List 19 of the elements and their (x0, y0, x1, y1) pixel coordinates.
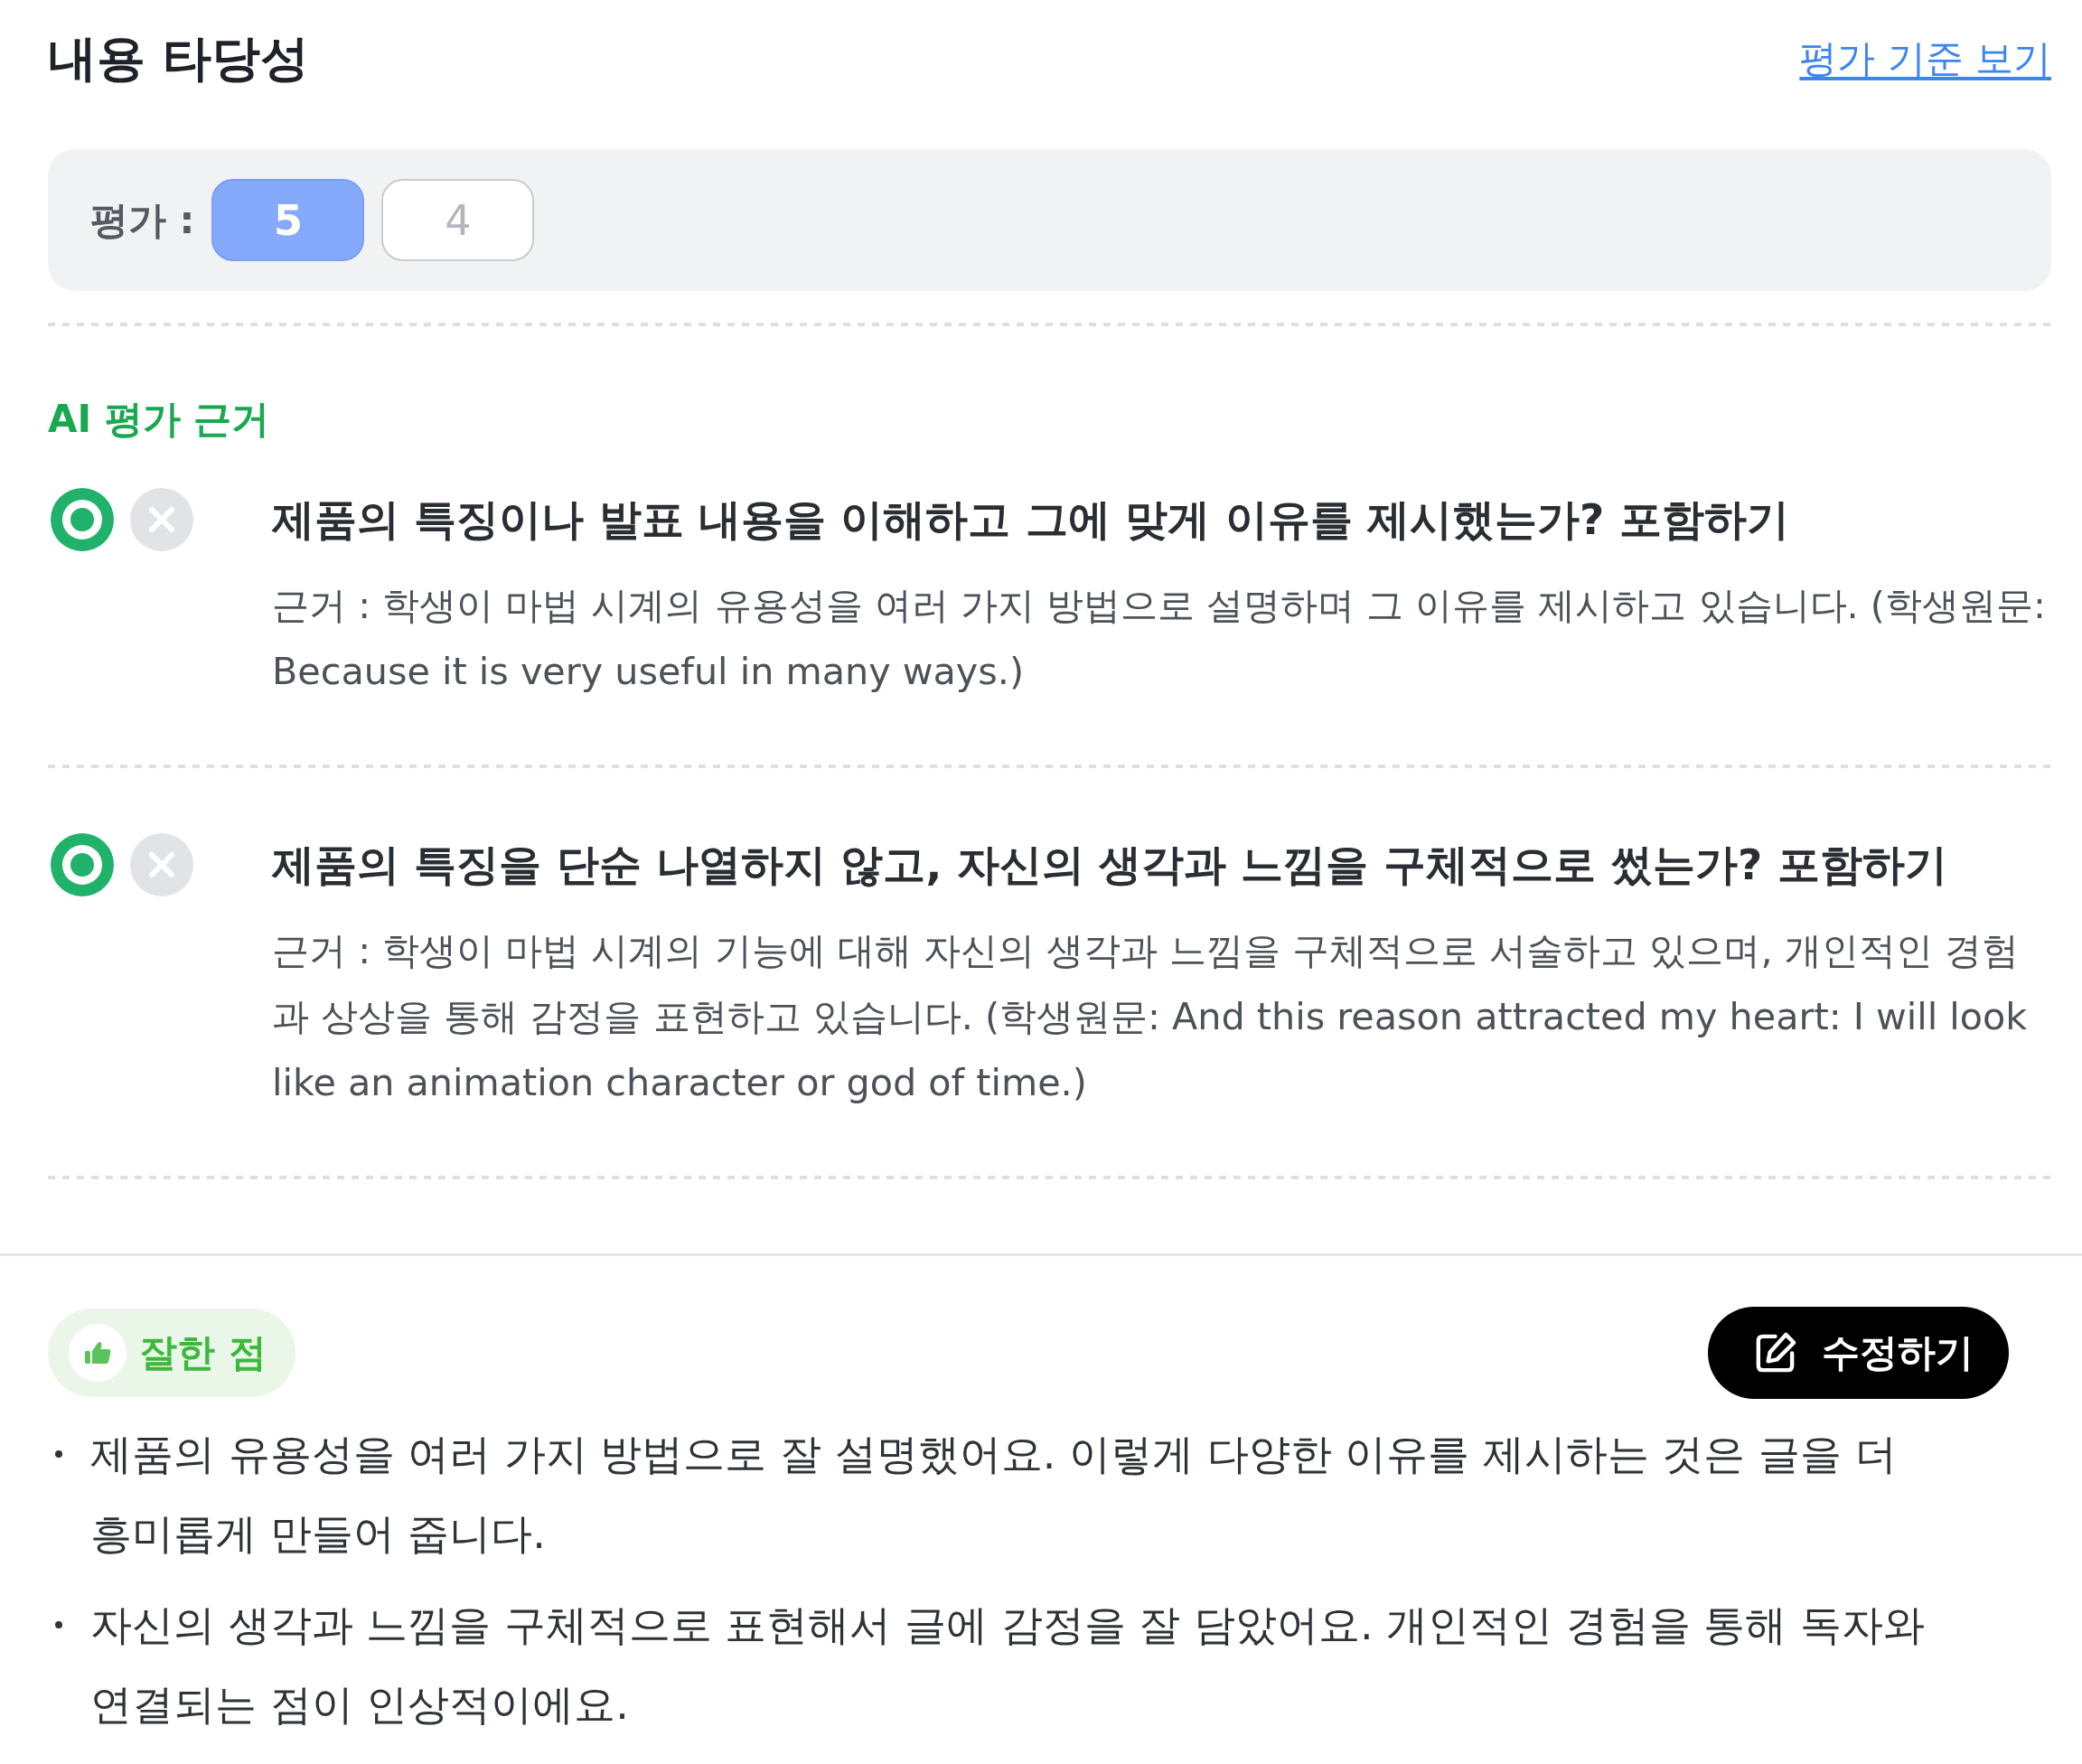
bullet-icon (55, 1621, 62, 1628)
score-option[interactable]: 4 (381, 179, 535, 261)
section-title: 내용 타당성 (48, 29, 309, 89)
criterion-title: 제품의 특징이나 발표 내용을 이해하고 그에 맞게 이유를 제시했는가? 포함하기 (272, 493, 1790, 546)
bullet-icon (55, 1450, 62, 1458)
criterion-rationale: 근거 : 학생이 마법 시계의 유용성을 여러 가지 방법으로 설명하며 그 이유를 제시하고 있습니다. (학생원문: Because it is very useful in many ways.) (272, 583, 2047, 695)
section-label: 잘한 점 (139, 1329, 267, 1376)
ring-icon[interactable] (51, 488, 114, 551)
rationale-heading: AI 평가 근거 (48, 396, 271, 443)
rating-label: 평가 : (90, 196, 195, 244)
criterion-rationale: 근거 : 학생이 마법 시계의 기능에 대해 자신의 생각과 느낌을 구체적으로 서술하고 있으며, 개인적인 경험과 상상을 통해 감정을 표현하고 있습니다. (학생원문: And this reason attracted my heart: I will look like an animation character or god of time.) (272, 928, 2029, 1106)
criteria-link[interactable]: 평가 기준 보기 (1799, 33, 2051, 84)
ring-icon[interactable] (51, 833, 114, 896)
thumbs-up-icon (69, 1324, 127, 1382)
strength-text: 제품의 유용성을 여러 가지 방법으로 잘 설명했어요. 이렇게 다양한 이유를 제시하는 것은 글을 더 흥미롭게 만들어 줍니다. (90, 1429, 1898, 1560)
score-option[interactable]: 5 (211, 179, 365, 261)
criterion-title: 제품의 특징을 단순 나열하지 않고, 자신의 생각과 느낌을 구체적으로 썼는가? 포함하기 (272, 839, 1948, 891)
strength-text: 자신의 생각과 느낌을 구체적으로 표현해서 글에 감정을 잘 담았어요. 개인적인 경험을 통해 독자와 연결되는 점이 인상적이에요. (90, 1600, 1927, 1731)
edit-button[interactable]: 수정하기 (1708, 1307, 2009, 1399)
